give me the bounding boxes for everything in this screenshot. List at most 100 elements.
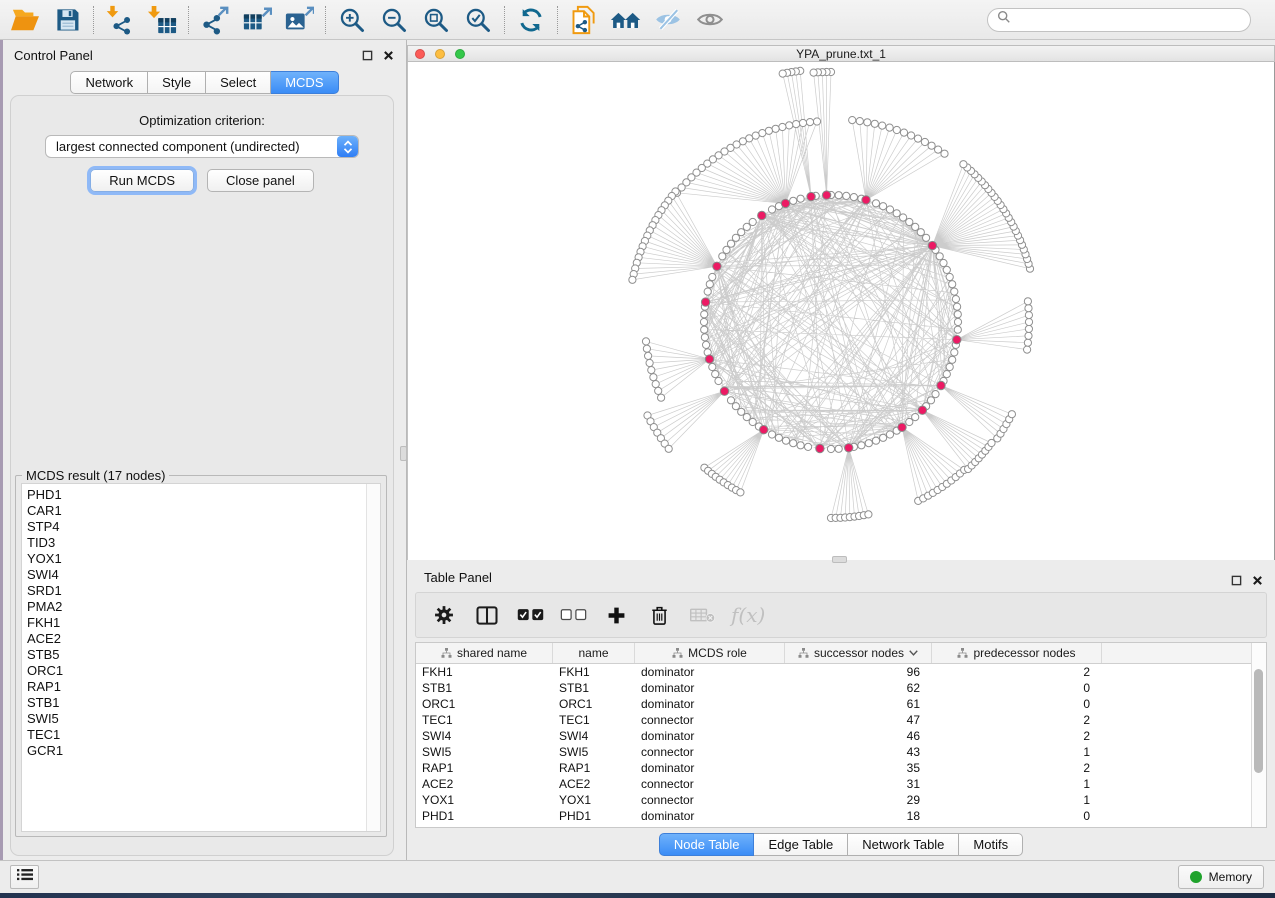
table-row[interactable]: ORC1ORC1dominator610 bbox=[416, 696, 1266, 712]
graph-node[interactable] bbox=[655, 387, 662, 394]
duplicate-network-button[interactable] bbox=[563, 3, 605, 37]
zoom-window-icon[interactable] bbox=[455, 49, 465, 59]
add-column-button[interactable] bbox=[602, 601, 630, 629]
first-neighbors-button[interactable] bbox=[605, 3, 647, 37]
table-scrollbar-thumb[interactable] bbox=[1254, 669, 1263, 773]
graph-node[interactable] bbox=[738, 408, 745, 415]
graph-hub-node[interactable] bbox=[816, 444, 824, 452]
column-header-shared-name[interactable]: shared name bbox=[416, 643, 553, 663]
graph-hub-node[interactable] bbox=[845, 444, 853, 452]
graph-node[interactable] bbox=[908, 132, 915, 139]
graph-node[interactable] bbox=[940, 259, 947, 266]
graph-node[interactable] bbox=[917, 229, 924, 236]
mcds-result-item[interactable]: TEC1 bbox=[27, 727, 366, 743]
graph-node[interactable] bbox=[704, 288, 711, 295]
graph-node[interactable] bbox=[893, 210, 900, 217]
vertical-splitter-handle[interactable] bbox=[400, 446, 407, 461]
graph-node[interactable] bbox=[1025, 305, 1032, 312]
tab-select[interactable]: Select bbox=[206, 71, 271, 94]
graph-node[interactable] bbox=[943, 371, 950, 378]
graph-node[interactable] bbox=[709, 363, 716, 370]
graph-hub-node[interactable] bbox=[781, 199, 789, 207]
graph-node[interactable] bbox=[768, 206, 775, 213]
graph-node[interactable] bbox=[865, 511, 872, 518]
refresh-view-button[interactable] bbox=[510, 3, 552, 37]
graph-hub-node[interactable] bbox=[822, 191, 830, 199]
graph-node[interactable] bbox=[850, 194, 857, 201]
optimization-criterion-select[interactable]: largest connected component (undirected) bbox=[45, 135, 359, 158]
mcds-result-item[interactable]: ACE2 bbox=[27, 631, 366, 647]
graph-node[interactable] bbox=[893, 126, 900, 133]
mcds-result-item[interactable]: PMA2 bbox=[27, 599, 366, 615]
graph-hub-node[interactable] bbox=[760, 426, 768, 434]
graph-node[interactable] bbox=[786, 122, 793, 129]
graph-node[interactable] bbox=[749, 218, 756, 225]
graph-node[interactable] bbox=[645, 352, 652, 359]
graph-node[interactable] bbox=[658, 394, 665, 401]
export-network-button[interactable] bbox=[194, 3, 236, 37]
mcds-result-item[interactable]: STP4 bbox=[27, 519, 366, 535]
graph-node[interactable] bbox=[797, 442, 804, 449]
column-header-successor-nodes[interactable]: successor nodes bbox=[785, 643, 932, 663]
graph-node[interactable] bbox=[949, 281, 956, 288]
graph-node[interactable] bbox=[779, 70, 786, 77]
mcds-result-item[interactable]: SWI5 bbox=[27, 711, 366, 727]
graph-node[interactable] bbox=[960, 161, 967, 168]
mcds-result-item[interactable]: YOX1 bbox=[27, 551, 366, 567]
graph-node[interactable] bbox=[906, 218, 913, 225]
graph-node[interactable] bbox=[921, 138, 928, 145]
mcds-result-item[interactable]: RAP1 bbox=[27, 679, 366, 695]
horizontal-splitter-handle[interactable] bbox=[832, 556, 847, 563]
zoom-in-button[interactable] bbox=[331, 3, 373, 37]
graph-hub-node[interactable] bbox=[937, 381, 945, 389]
zoom-out-button[interactable] bbox=[373, 3, 415, 37]
table-row[interactable]: ACE2ACE2connector311 bbox=[416, 776, 1266, 792]
hide-selected-button[interactable] bbox=[647, 3, 689, 37]
graph-node[interactable] bbox=[701, 326, 708, 333]
show-all-button[interactable] bbox=[689, 3, 731, 37]
graph-node[interactable] bbox=[665, 445, 672, 452]
graph-node[interactable] bbox=[793, 121, 800, 128]
graph-hub-node[interactable] bbox=[918, 406, 926, 414]
graph-node[interactable] bbox=[701, 334, 708, 341]
graph-node[interactable] bbox=[871, 120, 878, 127]
graph-node[interactable] bbox=[954, 303, 961, 310]
zoom-fit-button[interactable] bbox=[415, 3, 457, 37]
graph-node[interactable] bbox=[835, 445, 842, 452]
graph-node[interactable] bbox=[799, 119, 806, 126]
graph-node[interactable] bbox=[1024, 346, 1031, 353]
graph-node[interactable] bbox=[872, 437, 879, 444]
search-box[interactable] bbox=[987, 8, 1251, 32]
graph-node[interactable] bbox=[700, 318, 707, 325]
graph-node[interactable] bbox=[906, 418, 913, 425]
graph-node[interactable] bbox=[872, 200, 879, 207]
zoom-selected-button[interactable] bbox=[457, 3, 499, 37]
graph-node[interactable] bbox=[886, 124, 893, 131]
close-panel-button[interactable]: Close panel bbox=[207, 169, 314, 192]
search-input[interactable] bbox=[1017, 11, 1241, 28]
graph-node[interactable] bbox=[709, 273, 716, 280]
graph-node[interactable] bbox=[943, 266, 950, 273]
table-row[interactable]: RAP1RAP1dominator352 bbox=[416, 760, 1266, 776]
graph-node[interactable] bbox=[712, 371, 719, 378]
column-header-predecessor-nodes[interactable]: predecessor nodes bbox=[932, 643, 1102, 663]
float-table-panel-icon[interactable] bbox=[1230, 574, 1242, 586]
graph-hub-node[interactable] bbox=[720, 387, 728, 395]
graph-node[interactable] bbox=[1024, 298, 1031, 305]
graph-node[interactable] bbox=[858, 442, 865, 449]
close-panel-icon[interactable] bbox=[382, 49, 394, 61]
graph-node[interactable] bbox=[849, 117, 856, 124]
graph-node[interactable] bbox=[643, 345, 650, 352]
graph-node[interactable] bbox=[775, 434, 782, 441]
graph-node[interactable] bbox=[629, 276, 636, 283]
graph-node[interactable] bbox=[732, 234, 739, 241]
graph-node[interactable] bbox=[701, 311, 708, 318]
graph-node[interactable] bbox=[646, 359, 653, 366]
graph-node[interactable] bbox=[779, 123, 786, 130]
open-file-button[interactable] bbox=[4, 3, 46, 37]
save-session-button[interactable] bbox=[46, 3, 88, 37]
table-row[interactable]: SWI4SWI4dominator462 bbox=[416, 728, 1266, 744]
graph-node[interactable] bbox=[880, 434, 887, 441]
graph-node[interactable] bbox=[648, 367, 655, 374]
mcds-result-item[interactable]: STB1 bbox=[27, 695, 366, 711]
